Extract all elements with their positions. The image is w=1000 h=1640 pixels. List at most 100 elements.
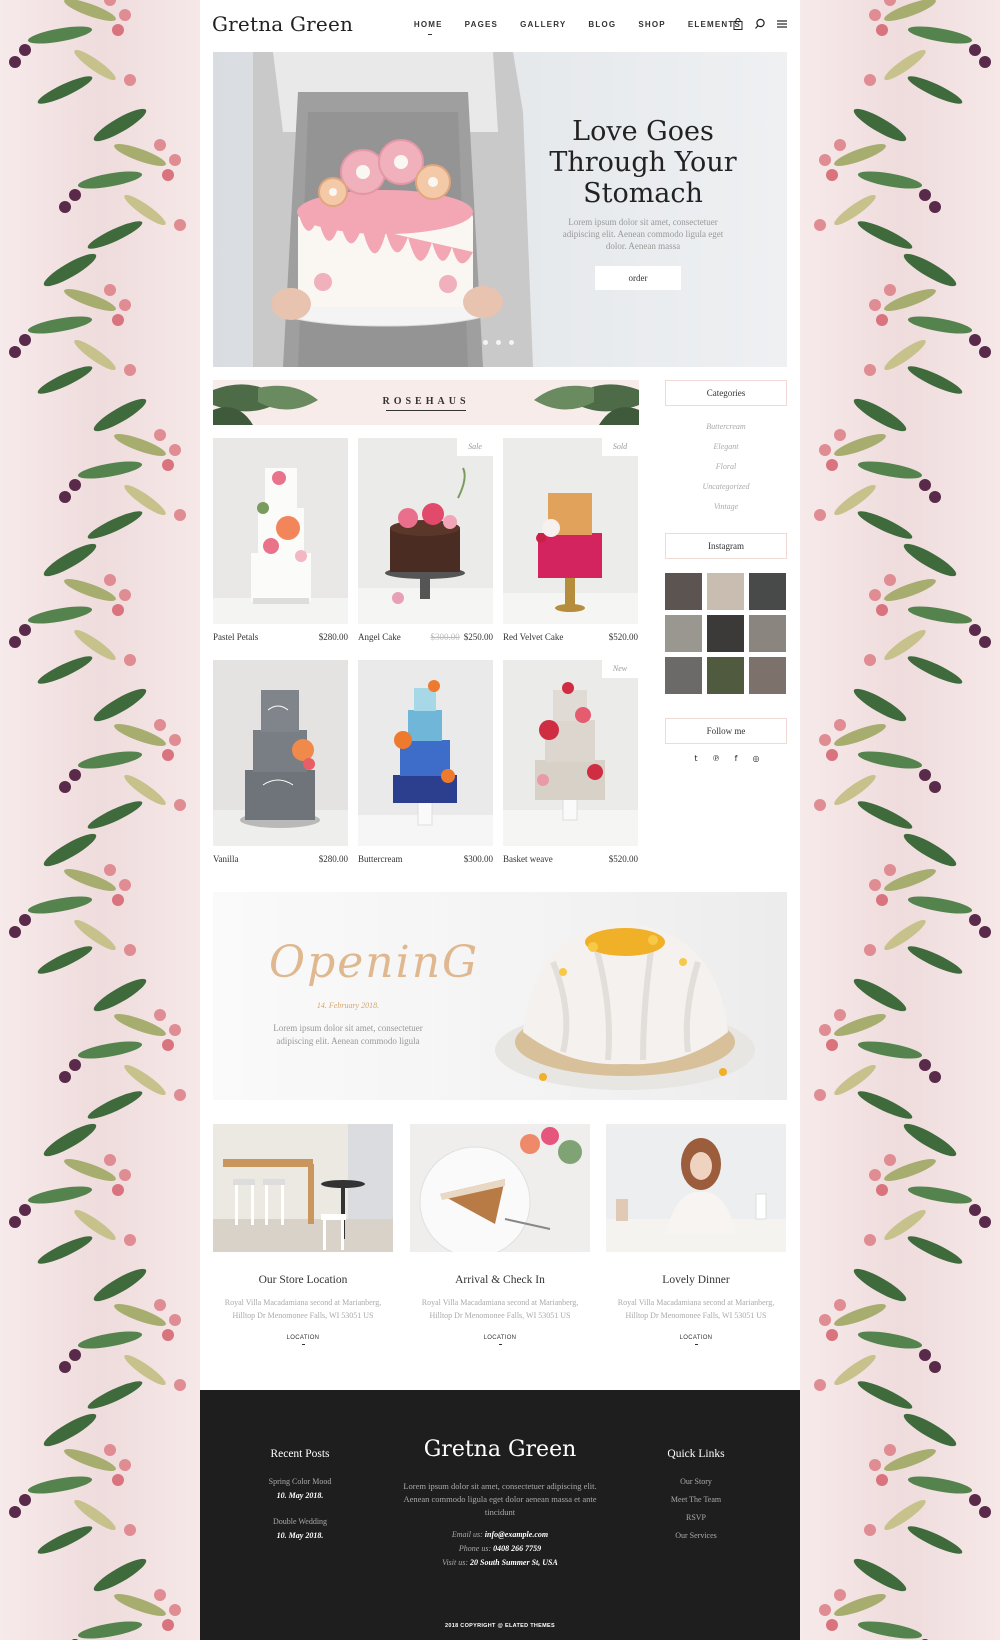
product-card[interactable]: Sold Red Velvet Cake $520.00 <box>503 438 638 642</box>
quick-link-meet-team[interactable]: Meet The Team <box>636 1495 756 1504</box>
store-location-image[interactable] <box>213 1124 393 1252</box>
product-card[interactable]: Vanilla $280.00 <box>213 660 348 864</box>
leaf-shape <box>77 171 143 189</box>
category-link-floral[interactable]: Floral <box>665 462 787 471</box>
product-name[interactable]: Buttercream <box>358 854 402 864</box>
recent-post-link[interactable]: Spring Color Mood <box>240 1477 360 1486</box>
product-image[interactable] <box>213 438 348 624</box>
leaf-shape <box>87 221 143 249</box>
berry-shape <box>169 734 181 746</box>
product-card[interactable]: New Basket weave $520.00 <box>503 660 638 864</box>
facebook-icon[interactable]: f <box>732 754 740 763</box>
location-link[interactable]: LOCATION <box>213 1335 393 1345</box>
menu-icon[interactable] <box>776 18 788 30</box>
card-title: Arrival & Check In <box>455 1274 545 1286</box>
location-link[interactable]: LOCATION <box>606 1335 786 1345</box>
berry-shape <box>174 799 186 811</box>
search-icon[interactable] <box>754 18 766 30</box>
instagram-photo[interactable] <box>707 657 744 694</box>
instagram-photo[interactable] <box>665 657 702 694</box>
product-image[interactable] <box>213 660 348 846</box>
slider-dot-1[interactable] <box>483 340 488 345</box>
berry-shape <box>104 1444 116 1456</box>
quick-link-our-services[interactable]: Our Services <box>636 1531 756 1540</box>
leaf-shape <box>27 1186 93 1204</box>
product-image[interactable]: New <box>503 660 638 846</box>
location-link[interactable]: LOCATION <box>410 1335 590 1345</box>
instagram-photo[interactable] <box>707 615 744 652</box>
product-image[interactable]: Sold <box>503 438 638 624</box>
tumblr-icon[interactable]: t <box>692 754 700 763</box>
leaf-shape <box>93 398 147 432</box>
order-button[interactable]: order <box>595 266 681 290</box>
leaf-shape <box>907 896 973 914</box>
product-name[interactable]: Basket weave <box>503 854 553 864</box>
product-card[interactable]: Buttercream $300.00 <box>358 660 493 864</box>
quick-link-our-story[interactable]: Our Story <box>636 1477 756 1486</box>
instagram-photo[interactable] <box>665 573 702 610</box>
arrival-image[interactable] <box>410 1124 590 1252</box>
berry-shape <box>124 1524 136 1536</box>
berry-shape <box>819 154 831 166</box>
leaf-shape <box>853 1268 907 1302</box>
hero-title-line-1: Love Goes <box>572 116 714 147</box>
hero-title: Love Goes Through Your Stomach <box>543 116 743 209</box>
berry-shape <box>59 1361 71 1373</box>
leaf-shape <box>43 1413 97 1447</box>
berry-shape <box>826 459 838 471</box>
nav-item-gallery[interactable]: GALLERY <box>509 20 577 29</box>
instagram-photo[interactable] <box>665 615 702 652</box>
opening-date: 14. February 2018. <box>316 1001 380 1010</box>
slider-dot-2[interactable] <box>496 340 501 345</box>
berry-shape <box>124 74 136 86</box>
berry-shape <box>826 1039 838 1051</box>
footer-phone: Phone us: 0408 266 7759 <box>380 1544 620 1553</box>
lovely-dinner-image[interactable] <box>606 1124 786 1252</box>
footer-about: Lorem ipsum dolor sit amet, consectetuer… <box>403 1481 597 1517</box>
leaf-shape <box>74 1499 116 1531</box>
product-card[interactable]: Pastel Petals $280.00 <box>213 438 348 642</box>
berry-shape <box>154 719 166 731</box>
site-logo[interactable]: Gretna Green <box>212 12 353 36</box>
nav-item-shop[interactable]: SHOP <box>627 20 676 29</box>
berry-shape <box>112 1474 124 1486</box>
berry-shape <box>969 44 981 56</box>
berry-shape <box>834 719 846 731</box>
product-name[interactable]: Vanilla <box>213 854 239 864</box>
nav-item-blog[interactable]: BLOG <box>577 20 627 29</box>
instagram-photo[interactable] <box>707 573 744 610</box>
shopping-bag-icon[interactable] <box>732 18 744 30</box>
leaf-shape <box>907 316 973 334</box>
leaf-shape <box>907 946 963 974</box>
category-link-uncategorized[interactable]: Uncategorized <box>665 482 787 491</box>
berry-shape <box>124 1234 136 1246</box>
product-name[interactable]: Pastel Petals <box>213 632 258 642</box>
footer-address: Visit us: 20 South Summer St, USA <box>380 1558 620 1567</box>
instagram-icon[interactable]: ◎ <box>752 754 760 763</box>
nav-item-home[interactable]: HOME <box>403 20 454 35</box>
leaf-shape <box>93 1268 147 1302</box>
product-image[interactable]: Sale <box>358 438 493 624</box>
instagram-photo[interactable] <box>749 657 786 694</box>
email-link[interactable]: info@example.com <box>485 1530 548 1539</box>
pinterest-icon[interactable]: ℗ <box>712 754 720 763</box>
leaf-shape <box>93 688 147 722</box>
slider-dot-3[interactable] <box>509 340 514 345</box>
product-image[interactable] <box>358 660 493 846</box>
leaf-shape <box>907 606 973 624</box>
product-name[interactable]: Angel Cake <box>358 632 401 642</box>
category-link-elegant[interactable]: Elegant <box>665 442 787 451</box>
berry-shape <box>174 1379 186 1391</box>
nav-item-pages[interactable]: PAGES <box>454 20 509 29</box>
product-name[interactable]: Red Velvet Cake <box>503 632 563 642</box>
product-card[interactable]: Sale Angel Cake $300.00 $250.00 <box>358 438 493 642</box>
recent-post-link[interactable]: Double Wedding <box>240 1517 360 1526</box>
footer-logo[interactable]: Gretna Green <box>380 1437 620 1462</box>
quick-link-rsvp[interactable]: RSVP <box>636 1513 756 1522</box>
instagram-photo[interactable] <box>749 615 786 652</box>
category-link-buttercream[interactable]: Buttercream <box>665 422 787 431</box>
category-link-vintage[interactable]: Vintage <box>665 502 787 511</box>
rosehaus-underline <box>386 410 466 411</box>
instagram-photo[interactable] <box>749 573 786 610</box>
card-title: Lovely Dinner <box>662 1274 730 1286</box>
